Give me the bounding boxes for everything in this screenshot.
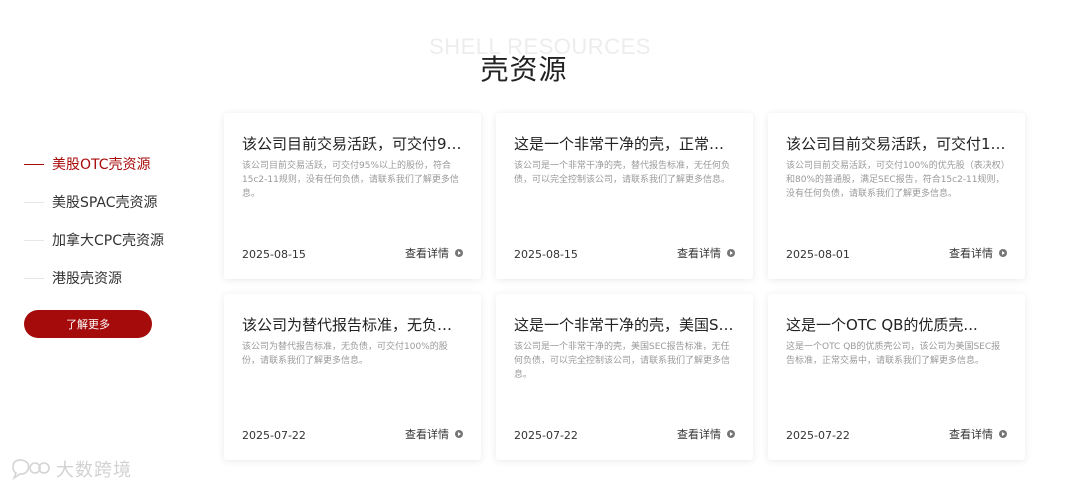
sidebar-item-label: 美股OTC壳资源: [52, 157, 151, 173]
arrow-circle-icon: [455, 249, 463, 257]
card-date: 2025-08-15: [242, 248, 306, 261]
view-details-label: 查看详情: [405, 247, 449, 260]
resource-card[interactable]: 这是一个非常干净的壳，美国SEC... 该公司是一个非常干净的壳，美国SEC报告…: [496, 294, 753, 460]
card-title[interactable]: 这是一个非常干净的壳，美国SEC...: [514, 314, 735, 335]
resource-card[interactable]: 该公司目前交易活跃，可交付95%以上... 该公司目前交易活跃，可交付95%以上…: [224, 113, 481, 279]
card-description: 该公司目前交易活跃，可交付95%以上的股份，符合15c2-11规则，没有任何负债…: [242, 161, 459, 199]
view-details-label: 查看详情: [949, 247, 993, 260]
card-description: 这是一个OTC QB的优质壳公司，该公司为美国SEC报告标准，正常交易中，请联系…: [786, 342, 1001, 366]
sidebar-item-us-otc[interactable]: 美股OTC壳资源: [24, 145, 204, 183]
resource-card[interactable]: 该公司目前交易活跃，可交付100%... 该公司目前交易活跃，可交付100%的优…: [768, 113, 1025, 279]
nav-indicator-line: [24, 277, 44, 279]
page-title: 壳资源: [480, 53, 568, 86]
sidebar-item-hk[interactable]: 港股壳资源: [24, 259, 204, 297]
sidebar-item-label: 加拿大CPC壳资源: [52, 233, 164, 249]
arrow-circle-icon: [727, 430, 735, 438]
card-description: 该公司为替代报告标准，无负债，可交付100%的股份，请联系我们了解更多信息。: [242, 342, 448, 366]
card-date: 2025-07-22: [242, 429, 306, 442]
brand-watermark: 大数跨境: [10, 456, 132, 482]
watermark-text: 大数跨境: [56, 460, 132, 481]
sidebar-item-canada-cpc[interactable]: 加拿大CPC壳资源: [24, 221, 204, 259]
sidebar-item-label: 港股壳资源: [52, 271, 122, 287]
view-details-link[interactable]: 查看详情: [405, 426, 463, 442]
card-title[interactable]: 这是一个非常干净的壳，正常交易...: [514, 133, 735, 154]
view-details-link[interactable]: 查看详情: [949, 245, 1007, 261]
arrow-circle-icon: [455, 430, 463, 438]
nav-indicator-line: [24, 239, 44, 241]
view-details-link[interactable]: 查看详情: [405, 245, 463, 261]
card-title[interactable]: 该公司目前交易活跃，可交付95%以上...: [242, 133, 463, 154]
card-date: 2025-08-01: [786, 248, 850, 261]
arrow-circle-icon: [999, 249, 1007, 257]
nav-indicator-line: [24, 163, 44, 165]
card-title[interactable]: 这是一个OTC QB的优质壳...: [786, 314, 1007, 335]
card-date: 2025-07-22: [786, 429, 850, 442]
view-details-link[interactable]: 查看详情: [949, 426, 1007, 442]
card-description: 该公司目前交易活跃，可交付100%的优先股（表决权）和80%的普通股，满足SEC…: [786, 161, 1006, 199]
arrow-circle-icon: [727, 249, 735, 257]
learn-more-button[interactable]: 了解更多: [24, 310, 152, 338]
card-title[interactable]: 该公司为替代报告标准，无负债...: [242, 314, 463, 335]
view-details-label: 查看详情: [949, 428, 993, 441]
card-title[interactable]: 该公司目前交易活跃，可交付100%...: [786, 133, 1007, 154]
sidebar-nav: 美股OTC壳资源 美股SPAC壳资源 加拿大CPC壳资源 港股壳资源: [24, 145, 204, 297]
card-description: 该公司是一个非常干净的壳，替代报告标准，无任何负债，可以完全控制该公司，请联系我…: [514, 161, 731, 185]
card-date: 2025-08-15: [514, 248, 578, 261]
card-date: 2025-07-22: [514, 429, 578, 442]
resource-card[interactable]: 这是一个非常干净的壳，正常交易... 该公司是一个非常干净的壳，替代报告标准，无…: [496, 113, 753, 279]
view-details-link[interactable]: 查看详情: [677, 245, 735, 261]
resource-card[interactable]: 这是一个OTC QB的优质壳... 这是一个OTC QB的优质壳公司，该公司为美…: [768, 294, 1025, 460]
card-description: 该公司是一个非常干净的壳，美国SEC报告标准，无任何负债，可以完全控制该公司，请…: [514, 342, 731, 380]
view-details-label: 查看详情: [405, 428, 449, 441]
resource-card[interactable]: 该公司为替代报告标准，无负债... 该公司为替代报告标准，无负债，可交付100%…: [224, 294, 481, 460]
view-details-label: 查看详情: [677, 247, 721, 260]
arrow-circle-icon: [999, 430, 1007, 438]
view-details-link[interactable]: 查看详情: [677, 426, 735, 442]
sidebar-item-label: 美股SPAC壳资源: [52, 195, 158, 211]
view-details-label: 查看详情: [677, 428, 721, 441]
sidebar-item-us-spac[interactable]: 美股SPAC壳资源: [24, 183, 204, 221]
bubble-logo-icon: [12, 459, 50, 481]
nav-indicator-line: [24, 201, 44, 203]
